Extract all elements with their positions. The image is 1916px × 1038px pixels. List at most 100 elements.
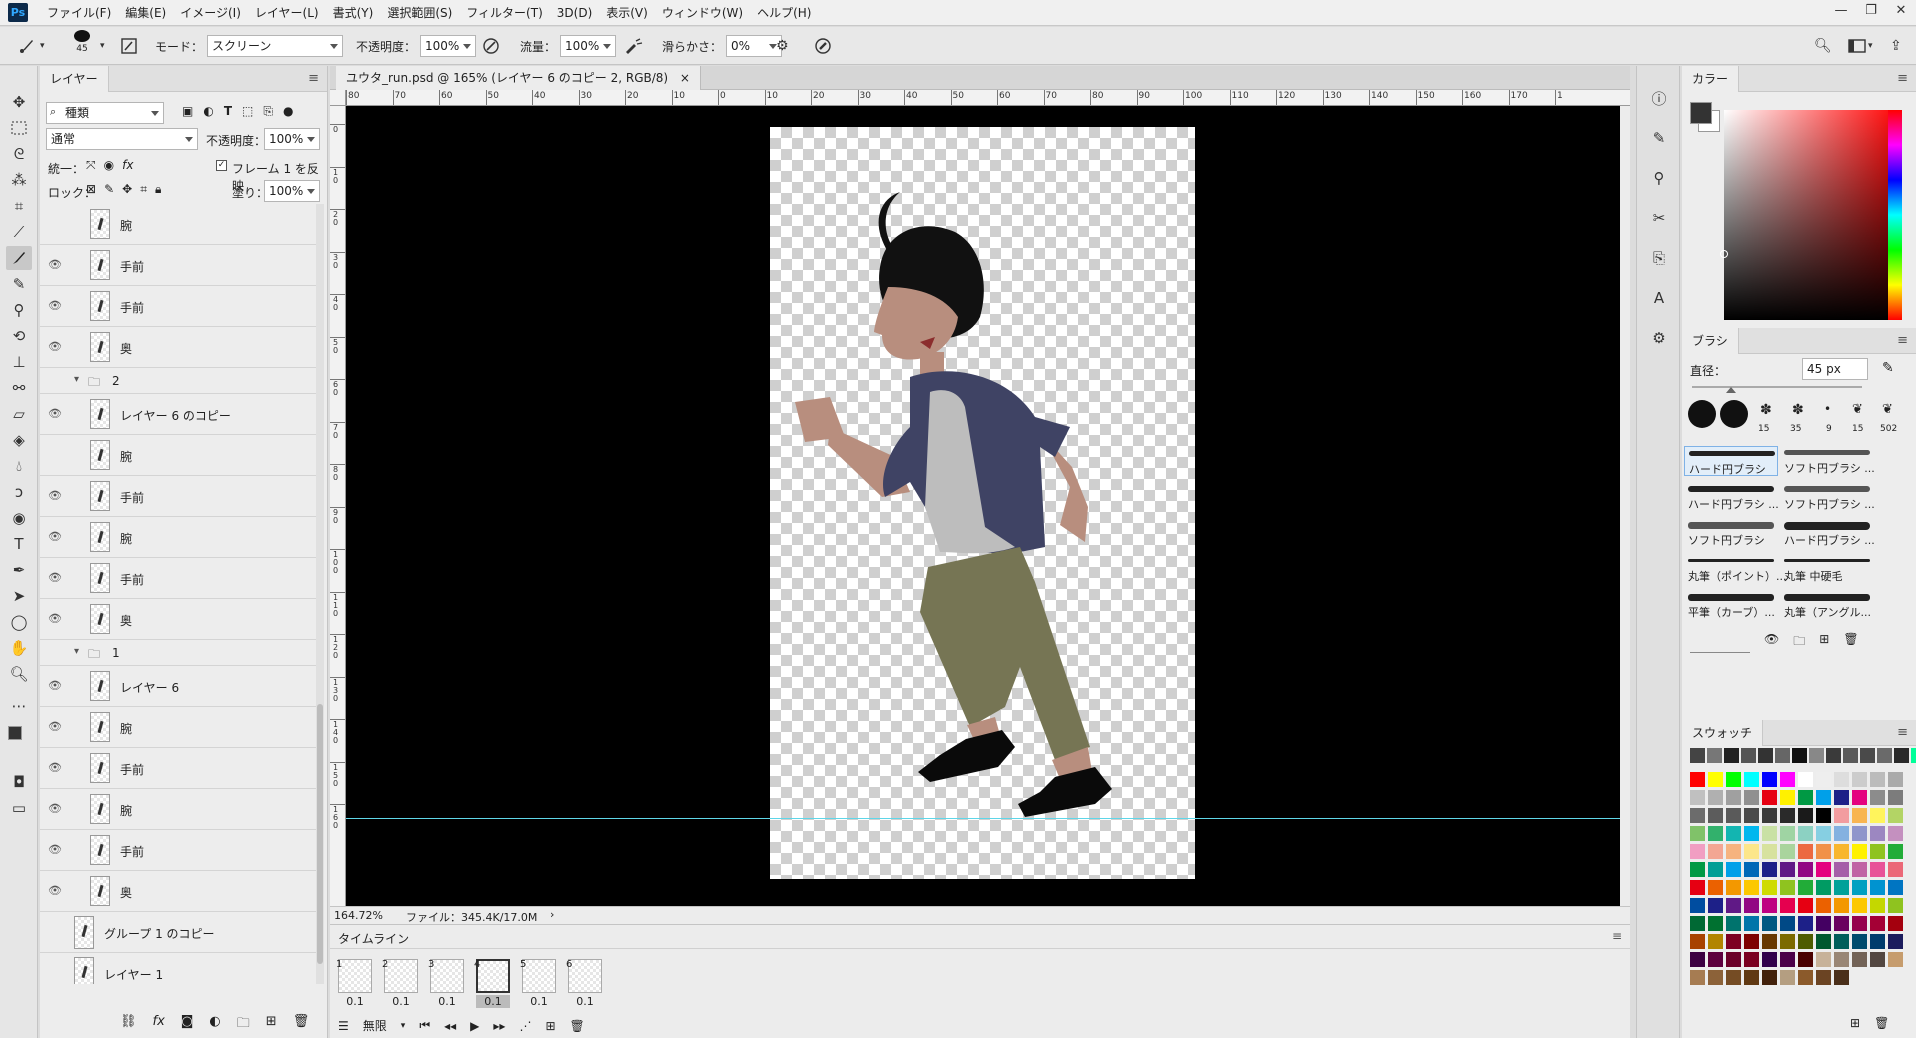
layer-row[interactable]: 👁︎ 腕 <box>40 707 320 748</box>
convert-timeline-icon[interactable]: ☰ <box>338 1019 349 1033</box>
color-field[interactable] <box>1720 110 1902 320</box>
move-tool-icon[interactable]: ✥ <box>6 90 32 114</box>
color-swatch[interactable] <box>1690 916 1705 931</box>
brush-dropdown[interactable]: ▾ <box>100 34 105 58</box>
menu-layer[interactable]: レイヤー(L) <box>248 0 326 26</box>
frame-duration[interactable]: 0.1 <box>522 995 556 1008</box>
color-swatch[interactable] <box>1708 880 1723 895</box>
brush-preset[interactable]: 丸筆（アングル... <box>1780 590 1876 620</box>
pressure-size-toggle[interactable] <box>814 34 832 58</box>
color-swatch[interactable] <box>1708 772 1723 787</box>
color-swatch[interactable] <box>1816 880 1831 895</box>
visibility-off-icon[interactable] <box>48 217 62 231</box>
color-swatch[interactable] <box>1798 970 1813 985</box>
chevron-right-icon[interactable]: › <box>550 908 554 921</box>
history-brush-tool-icon[interactable]: ⟲ <box>6 324 32 348</box>
color-swatch[interactable] <box>1834 790 1849 805</box>
vertical-ruler[interactable]: 0 1 0 2 0 3 0 4 0 5 0 6 0 7 0 8 0 9 0 1 0 0 1 1 0 1 … <box>330 106 346 906</box>
layer-row[interactable]: 👁︎ 手前 <box>40 748 320 789</box>
color-swatch[interactable] <box>1708 826 1723 841</box>
panel-menu-icon[interactable]: ≡ <box>1897 71 1908 86</box>
panel-menu-icon[interactable]: ≡ <box>1897 333 1908 348</box>
toggle-preview-icon[interactable]: 👁︎ <box>1764 632 1779 653</box>
frame-duration[interactable]: 0.1 <box>568 995 602 1008</box>
color-swatch[interactable] <box>1780 898 1795 913</box>
color-swatch[interactable] <box>1762 880 1777 895</box>
sponge-tool-icon[interactable]: ◉ <box>6 506 32 530</box>
visibility-off-icon[interactable] <box>48 925 62 939</box>
animation-frame-selected[interactable]: 4 0.1 <box>472 957 512 1008</box>
delete-swatch-icon[interactable]: 🗑︎ <box>1874 1016 1889 1030</box>
brush-tab[interactable]: ブラシ <box>1682 328 1739 354</box>
color-swatch[interactable] <box>1852 862 1867 877</box>
transparent-canvas[interactable] <box>770 127 1195 879</box>
color-swatch[interactable] <box>1690 952 1705 967</box>
color-swatch[interactable] <box>1726 844 1741 859</box>
unify-style-icon[interactable]: fx <box>122 158 133 173</box>
color-swatch[interactable] <box>1780 952 1795 967</box>
color-swatch[interactable] <box>1724 748 1739 763</box>
color-swatch[interactable] <box>1762 826 1777 841</box>
color-swatch[interactable] <box>1762 790 1777 805</box>
eye-icon[interactable]: 👁︎ <box>48 679 62 693</box>
size-slider-icon[interactable] <box>1690 632 1750 653</box>
color-swatch[interactable] <box>1762 916 1777 931</box>
hand-tool-icon[interactable]: ✋ <box>6 636 32 660</box>
brush-preset[interactable]: 平筆（カーブ）... <box>1684 590 1778 620</box>
color-swatch[interactable] <box>1726 826 1741 841</box>
color-swatch[interactable] <box>1690 862 1705 877</box>
stamp-tool-icon[interactable]: ⊥ <box>6 350 32 374</box>
color-swatch[interactable] <box>1870 880 1885 895</box>
color-swatch[interactable] <box>1708 844 1723 859</box>
quick-mask-icon[interactable]: ◘ <box>6 770 32 794</box>
color-swatch[interactable] <box>1708 916 1723 931</box>
canvas-area[interactable] <box>346 106 1620 906</box>
color-swatch[interactable] <box>1744 862 1759 877</box>
info-icon[interactable]: ⓘ <box>1647 86 1671 110</box>
loop-select[interactable]: 無限 <box>363 1017 387 1034</box>
animation-frame[interactable]: 3 0.1 <box>426 957 466 1008</box>
color-swatch[interactable] <box>1707 748 1722 763</box>
color-swatch[interactable] <box>1798 880 1813 895</box>
animation-frame[interactable]: 2 0.1 <box>380 957 420 1008</box>
brush-preset[interactable]: 丸筆（ポイント）... <box>1684 554 1787 584</box>
color-swatch[interactable] <box>1744 772 1759 787</box>
color-swatch[interactable] <box>1744 970 1759 985</box>
brush-preset[interactable]: ハード円ブラシ ... <box>1780 518 1876 548</box>
layer-row[interactable]: 腕 <box>40 204 320 245</box>
color-swatch[interactable] <box>1852 952 1867 967</box>
color-swatch[interactable] <box>1852 934 1867 949</box>
panel-menu-icon[interactable]: ≡ <box>308 71 319 86</box>
visibility-off-icon[interactable] <box>48 448 62 462</box>
more-tools-icon[interactable]: ⋯ <box>6 694 32 718</box>
menu-filter[interactable]: フィルター(T) <box>459 0 549 26</box>
brush-preset[interactable]: ハード円ブラシ <box>1684 446 1778 476</box>
color-swatch[interactable] <box>1888 826 1903 841</box>
tool-presets-icon[interactable]: ✂ <box>1647 206 1671 230</box>
lasso-tool-icon[interactable]: ᘓ <box>6 142 32 166</box>
color-swatch[interactable] <box>1762 844 1777 859</box>
color-swatch[interactable] <box>1780 790 1795 805</box>
eye-icon[interactable]: 👁︎ <box>48 843 62 857</box>
brush-tip-shape[interactable]: ❦ <box>1852 402 1863 417</box>
color-swatch[interactable] <box>1690 826 1705 841</box>
layer-row[interactable]: レイヤー 1 <box>40 953 320 984</box>
horizontal-ruler[interactable]: 80 70 60 50 40 30 20 10 0 10 20 30 40 50 60 70 80 90 100 11… <box>346 90 1630 106</box>
layer-filter-select[interactable]: 種類 ⌕ <box>46 102 166 124</box>
menu-type[interactable]: 書式(Y) <box>326 0 381 26</box>
lock-all-icon[interactable]: 🔒︎ <box>155 182 161 197</box>
panel-menu-icon[interactable]: ≡ <box>1612 929 1622 943</box>
eye-icon[interactable]: 👁︎ <box>48 571 62 585</box>
type-filter-icon[interactable]: T <box>224 104 232 119</box>
brush-tip-shape[interactable]: • <box>1824 402 1831 416</box>
chevron-down-icon[interactable]: ▾ <box>74 646 79 657</box>
color-swatch[interactable] <box>1852 844 1867 859</box>
lock-transparency-icon[interactable]: ⊠ <box>86 182 96 197</box>
color-swatch[interactable] <box>1816 790 1831 805</box>
panel-menu-icon[interactable]: ≡ <box>1897 725 1908 740</box>
color-swatch[interactable] <box>1888 898 1903 913</box>
swatches-tab[interactable]: スウォッチ <box>1682 720 1764 746</box>
pixel-filter-icon[interactable]: ▣ <box>182 104 193 119</box>
menu-3d[interactable]: 3D(D) <box>550 0 599 26</box>
color-swatch[interactable] <box>1816 862 1831 877</box>
